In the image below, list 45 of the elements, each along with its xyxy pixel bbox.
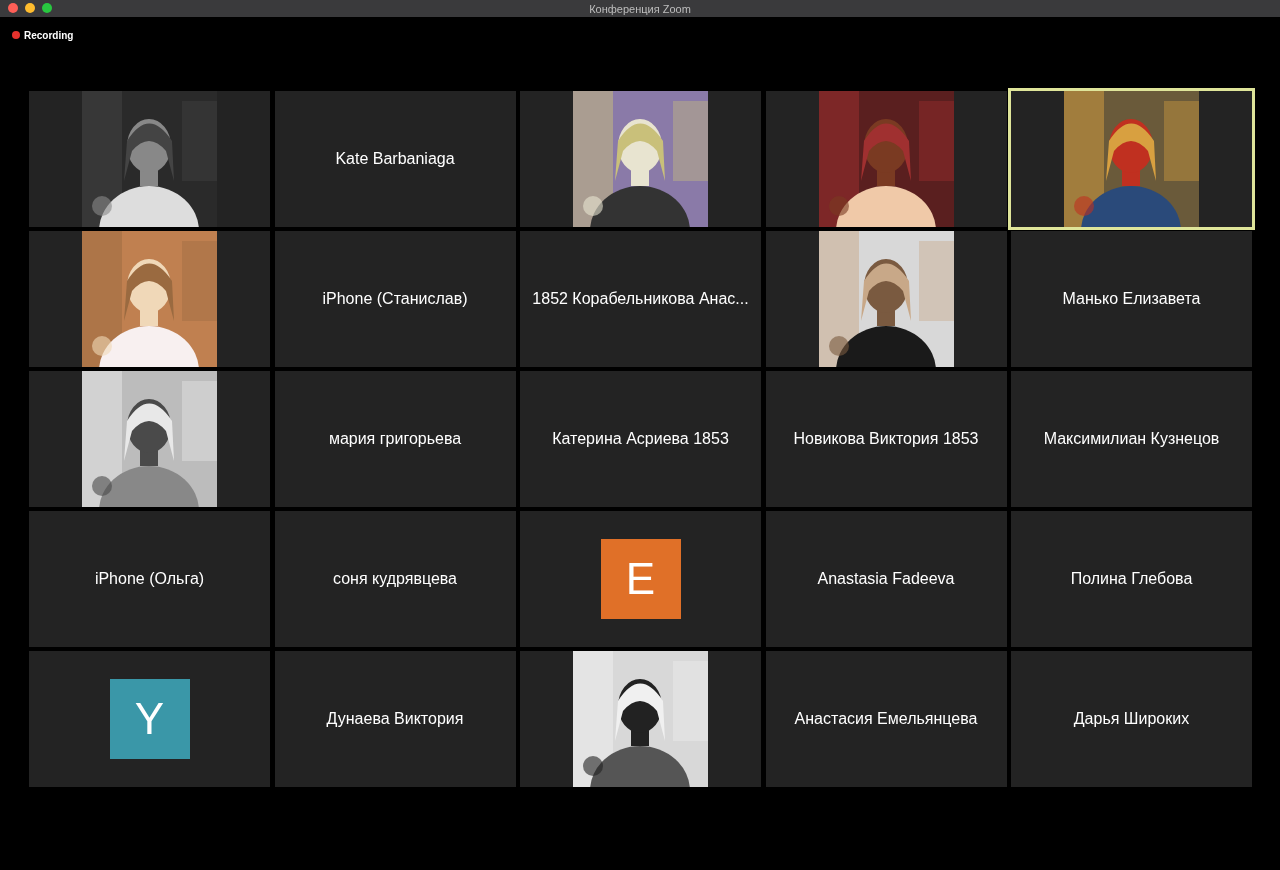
participant-name: Дарья Широких [1073,710,1190,728]
participant-name: Kate Barbaniaga [335,150,455,168]
participant-tile[interactable]: Максимилиан Кузнецов [1011,371,1252,507]
participant-tile[interactable]: iPhone (Ольга) [29,511,270,647]
participant-tile[interactable] [765,231,1007,367]
participant-name: Дунаева Виктория [326,710,464,728]
participant-tile[interactable]: Дарья Широких [1011,651,1252,787]
participant-name: Манько Елизавета [1062,290,1201,308]
participant-name: Максимилиан Кузнецов [1043,430,1220,448]
participant-tile[interactable]: iPhone (Станислав) [274,231,516,367]
participant-tile[interactable]: Anastasia Fadeeva [765,511,1007,647]
participant-tile[interactable] [29,371,270,507]
avatar-initial: Y [109,679,190,759]
participant-name: Катерина Асриева 1853 [552,430,729,448]
participant-name: соня кудрявцева [333,570,457,588]
participant-tile[interactable] [1008,88,1255,230]
participant-tile[interactable]: Kate Barbaniaga [274,91,516,227]
participant-tile[interactable] [520,91,761,227]
window-title: Конференция Zoom [589,2,691,15]
participant-tile[interactable]: соня кудрявцева [274,511,516,647]
participant-tile[interactable]: Анастасия Емельянцева [765,651,1007,787]
close-icon[interactable] [8,3,18,13]
participant-tile[interactable]: Дунаева Виктория [274,651,516,787]
participant-name: Полина Глебова [1070,570,1193,588]
participant-tile[interactable]: мария григорьева [274,371,516,507]
participant-tile[interactable]: Манько Елизавета [1011,231,1252,367]
avatar-initial: E [600,539,681,619]
participant-tile[interactable]: Полина Глебова [1011,511,1252,647]
participant-tile[interactable]: Новикова Виктория 1853 [765,371,1007,507]
participant-name: 1852 Корабельникова Анас... [532,290,749,308]
participant-name: Анастасия Емельянцева [794,710,978,728]
recording-label: Recording [24,29,74,41]
participant-name: мария григорьева [328,430,462,448]
participant-tile[interactable] [29,91,270,227]
participant-name: iPhone (Ольга) [94,570,205,588]
participant-tile[interactable] [520,651,761,787]
participant-tile[interactable] [765,91,1007,227]
participant-name: iPhone (Станислав) [322,290,468,308]
participant-tile[interactable]: Катерина Асриева 1853 [520,371,761,507]
minimize-icon[interactable] [25,3,35,13]
maximize-icon[interactable] [42,3,52,13]
participant-name: Новикова Виктория 1853 [793,430,979,448]
participant-name: Anastasia Fadeeva [817,570,955,588]
participant-tile[interactable] [29,231,270,367]
participant-tile[interactable]: 1852 Корабельникова Анас... [520,231,761,367]
